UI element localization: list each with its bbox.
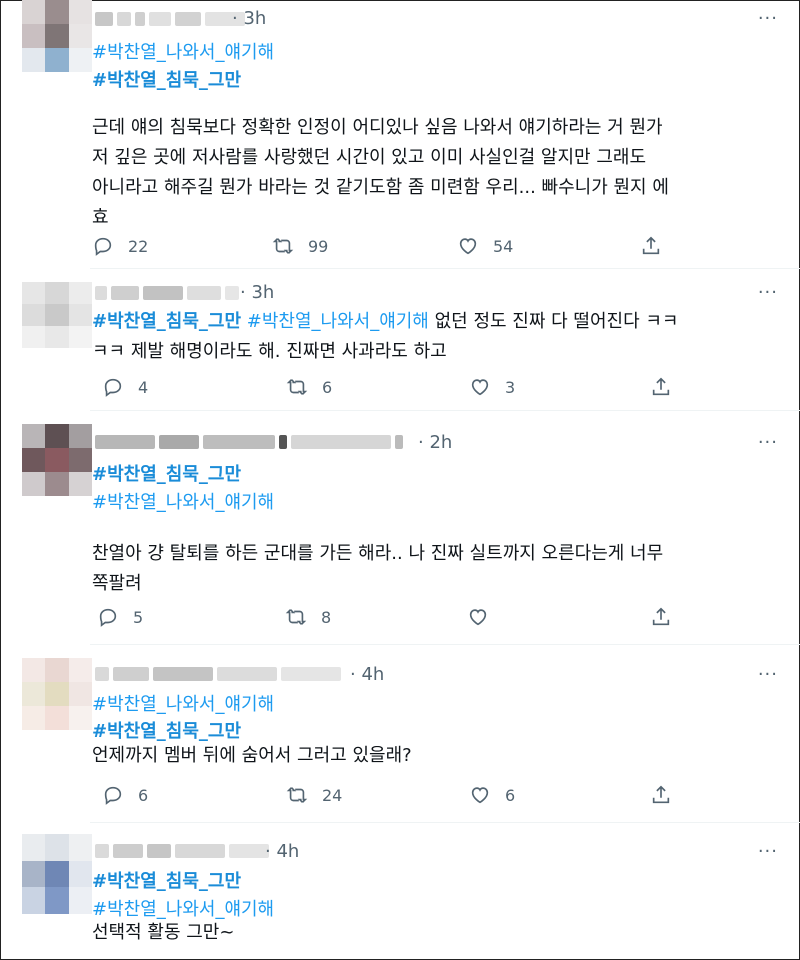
tweet-text-line: 쪽팔려 (92, 573, 142, 594)
username-blurred[interactable] (95, 433, 407, 451)
retweet-button[interactable]: 99 (272, 235, 328, 257)
more-icon[interactable]: ··· (758, 664, 778, 685)
hashtag[interactable]: #박찬열_침묵_그만 (92, 717, 241, 743)
reply-count: 22 (128, 236, 149, 256)
hashtag[interactable]: #박찬열_침묵_그만 (92, 867, 241, 893)
like-button[interactable]: 6 (469, 784, 515, 806)
retweet-button[interactable]: 24 (286, 784, 342, 806)
more-icon[interactable]: ··· (758, 841, 778, 862)
reply-icon (104, 378, 122, 397)
share-icon (652, 377, 670, 396)
retweet-count: 24 (322, 785, 343, 805)
retweet-icon (272, 238, 294, 254)
reply-button[interactable]: 6 (102, 784, 148, 806)
tweet-time[interactable]: · 3h (240, 282, 274, 303)
avatar[interactable] (22, 282, 92, 348)
avatar[interactable] (22, 424, 92, 496)
reply-button[interactable]: 22 (92, 235, 148, 257)
hashtag[interactable]: #박찬열_나와서_얘기해 (92, 38, 274, 64)
divider (90, 644, 800, 645)
reply-count: 4 (138, 377, 149, 397)
tweet-text-line: ㅋㅋ 제발 해명이라도 해. 진짜면 사과라도 하고 (92, 341, 447, 362)
avatar[interactable] (22, 834, 92, 914)
reply-icon (99, 608, 117, 627)
divider (90, 410, 800, 411)
tweet-text: 언제까지 멤버 뒤에 숨어서 그러고 있을래? (92, 741, 412, 771)
tweet-time[interactable]: · 2h (418, 432, 452, 453)
like-icon (471, 379, 489, 396)
tweet-text-line: 아니라고 해주길 뭔가 바라는 것 같기도함 좀 미련함 우리... 빠수니가 … (92, 177, 669, 198)
like-icon (469, 609, 487, 626)
tweet-actions: 6 24 6 (102, 784, 682, 808)
tweet-text: 찬열아 걍 탈퇴를 하든 군대를 가든 해라.. 나 진짜 실트까지 오른다는게… (92, 539, 663, 599)
like-icon (459, 238, 477, 255)
tweet-actions: 5 8 (97, 606, 682, 630)
share-button[interactable] (650, 784, 686, 806)
retweet-button[interactable]: 8 (285, 606, 331, 628)
username-blurred[interactable] (95, 10, 249, 28)
more-icon[interactable]: ··· (758, 282, 778, 303)
share-icon (642, 236, 660, 255)
like-count: 54 (493, 236, 514, 256)
tweet-time[interactable]: · 3h (232, 8, 266, 29)
tweet-text-line: 저 깊은 곳에 저사람를 사랑했던 시간이 있고 이미 사실인걸 알지만 그래도 (92, 147, 647, 168)
tweet-text-line: 효 (92, 207, 109, 228)
more-icon[interactable]: ··· (758, 432, 778, 453)
hashtag[interactable]: #박찬열_침묵_그만 (92, 311, 241, 332)
more-icon[interactable]: ··· (758, 8, 778, 29)
hashtag[interactable]: #박찬열_나와서_얘기해 (92, 488, 274, 514)
avatar[interactable] (22, 658, 92, 730)
reply-icon (94, 237, 112, 256)
divider (90, 268, 800, 269)
tweet-time[interactable]: · 4h (350, 664, 384, 685)
hashtag[interactable]: #박찬열_침묵_그만 (92, 460, 241, 486)
tweet-text-line: #박찬열_침묵_그만 #박찬열_나와서_얘기해 없던 정도 진짜 다 떨어진다 … (92, 307, 678, 337)
like-button[interactable] (467, 606, 503, 628)
hashtag[interactable]: #박찬열_나와서_얘기해 (92, 690, 274, 716)
share-button[interactable] (650, 376, 686, 398)
retweet-icon (286, 379, 308, 395)
retweet-count: 8 (321, 607, 332, 627)
hashtag[interactable]: #박찬열_나와서_얘기해 (247, 311, 429, 332)
share-button[interactable] (640, 235, 676, 257)
like-count: 3 (505, 377, 516, 397)
tweet-time[interactable]: · 4h (265, 841, 299, 862)
share-button[interactable] (650, 606, 686, 628)
tweet-text: 선택적 활동 그만~ (92, 918, 234, 948)
divider (90, 822, 800, 823)
tweet-actions: 4 6 3 (102, 376, 682, 400)
reply-count: 6 (138, 785, 149, 805)
retweet-button[interactable]: 6 (286, 376, 332, 398)
retweet-count: 99 (308, 236, 329, 256)
retweet-count: 6 (322, 377, 333, 397)
retweet-icon (285, 609, 307, 625)
like-button[interactable]: 3 (469, 376, 515, 398)
reply-button[interactable]: 5 (97, 606, 143, 628)
tweet-text: 근데 얘의 침묵보다 정확한 인정이 어디있나 싶음 나와서 얘기하라는 거 뭔… (92, 113, 669, 233)
retweet-icon (286, 787, 308, 803)
tweet-text-line: 언제까지 멤버 뒤에 숨어서 그러고 있을래? (92, 745, 412, 766)
hashtag[interactable]: #박찬열_침묵_그만 (92, 66, 241, 92)
tweet-text-line: 찬열아 걍 탈퇴를 하든 군대를 가든 해라.. 나 진짜 실트까지 오른다는게… (92, 543, 664, 564)
share-icon (652, 785, 670, 804)
tweet-text-line: 선택적 활동 그만~ (92, 922, 235, 943)
like-icon (471, 787, 489, 804)
avatar[interactable] (22, 0, 92, 72)
reply-icon (104, 786, 122, 805)
tweet-text: #박찬열_침묵_그만 #박찬열_나와서_얘기해 없던 정도 진짜 다 떨어진다 … (92, 307, 678, 367)
tweet-text-inline: 없던 정도 진짜 다 떨어진다 ㅋㅋ (428, 311, 679, 332)
share-icon (652, 607, 670, 626)
reply-count: 5 (133, 607, 144, 627)
like-count: 6 (505, 785, 516, 805)
tweet-actions: 22 99 54 (92, 235, 692, 259)
reply-button[interactable]: 4 (102, 376, 148, 398)
username-blurred[interactable] (95, 665, 345, 683)
username-blurred[interactable] (95, 284, 243, 302)
username-blurred[interactable] (95, 842, 273, 860)
like-button[interactable]: 54 (457, 235, 513, 257)
tweet-text-line: 근데 얘의 침묵보다 정확한 인정이 어디있나 싶음 나와서 얘기하라는 거 뭔… (92, 117, 663, 138)
